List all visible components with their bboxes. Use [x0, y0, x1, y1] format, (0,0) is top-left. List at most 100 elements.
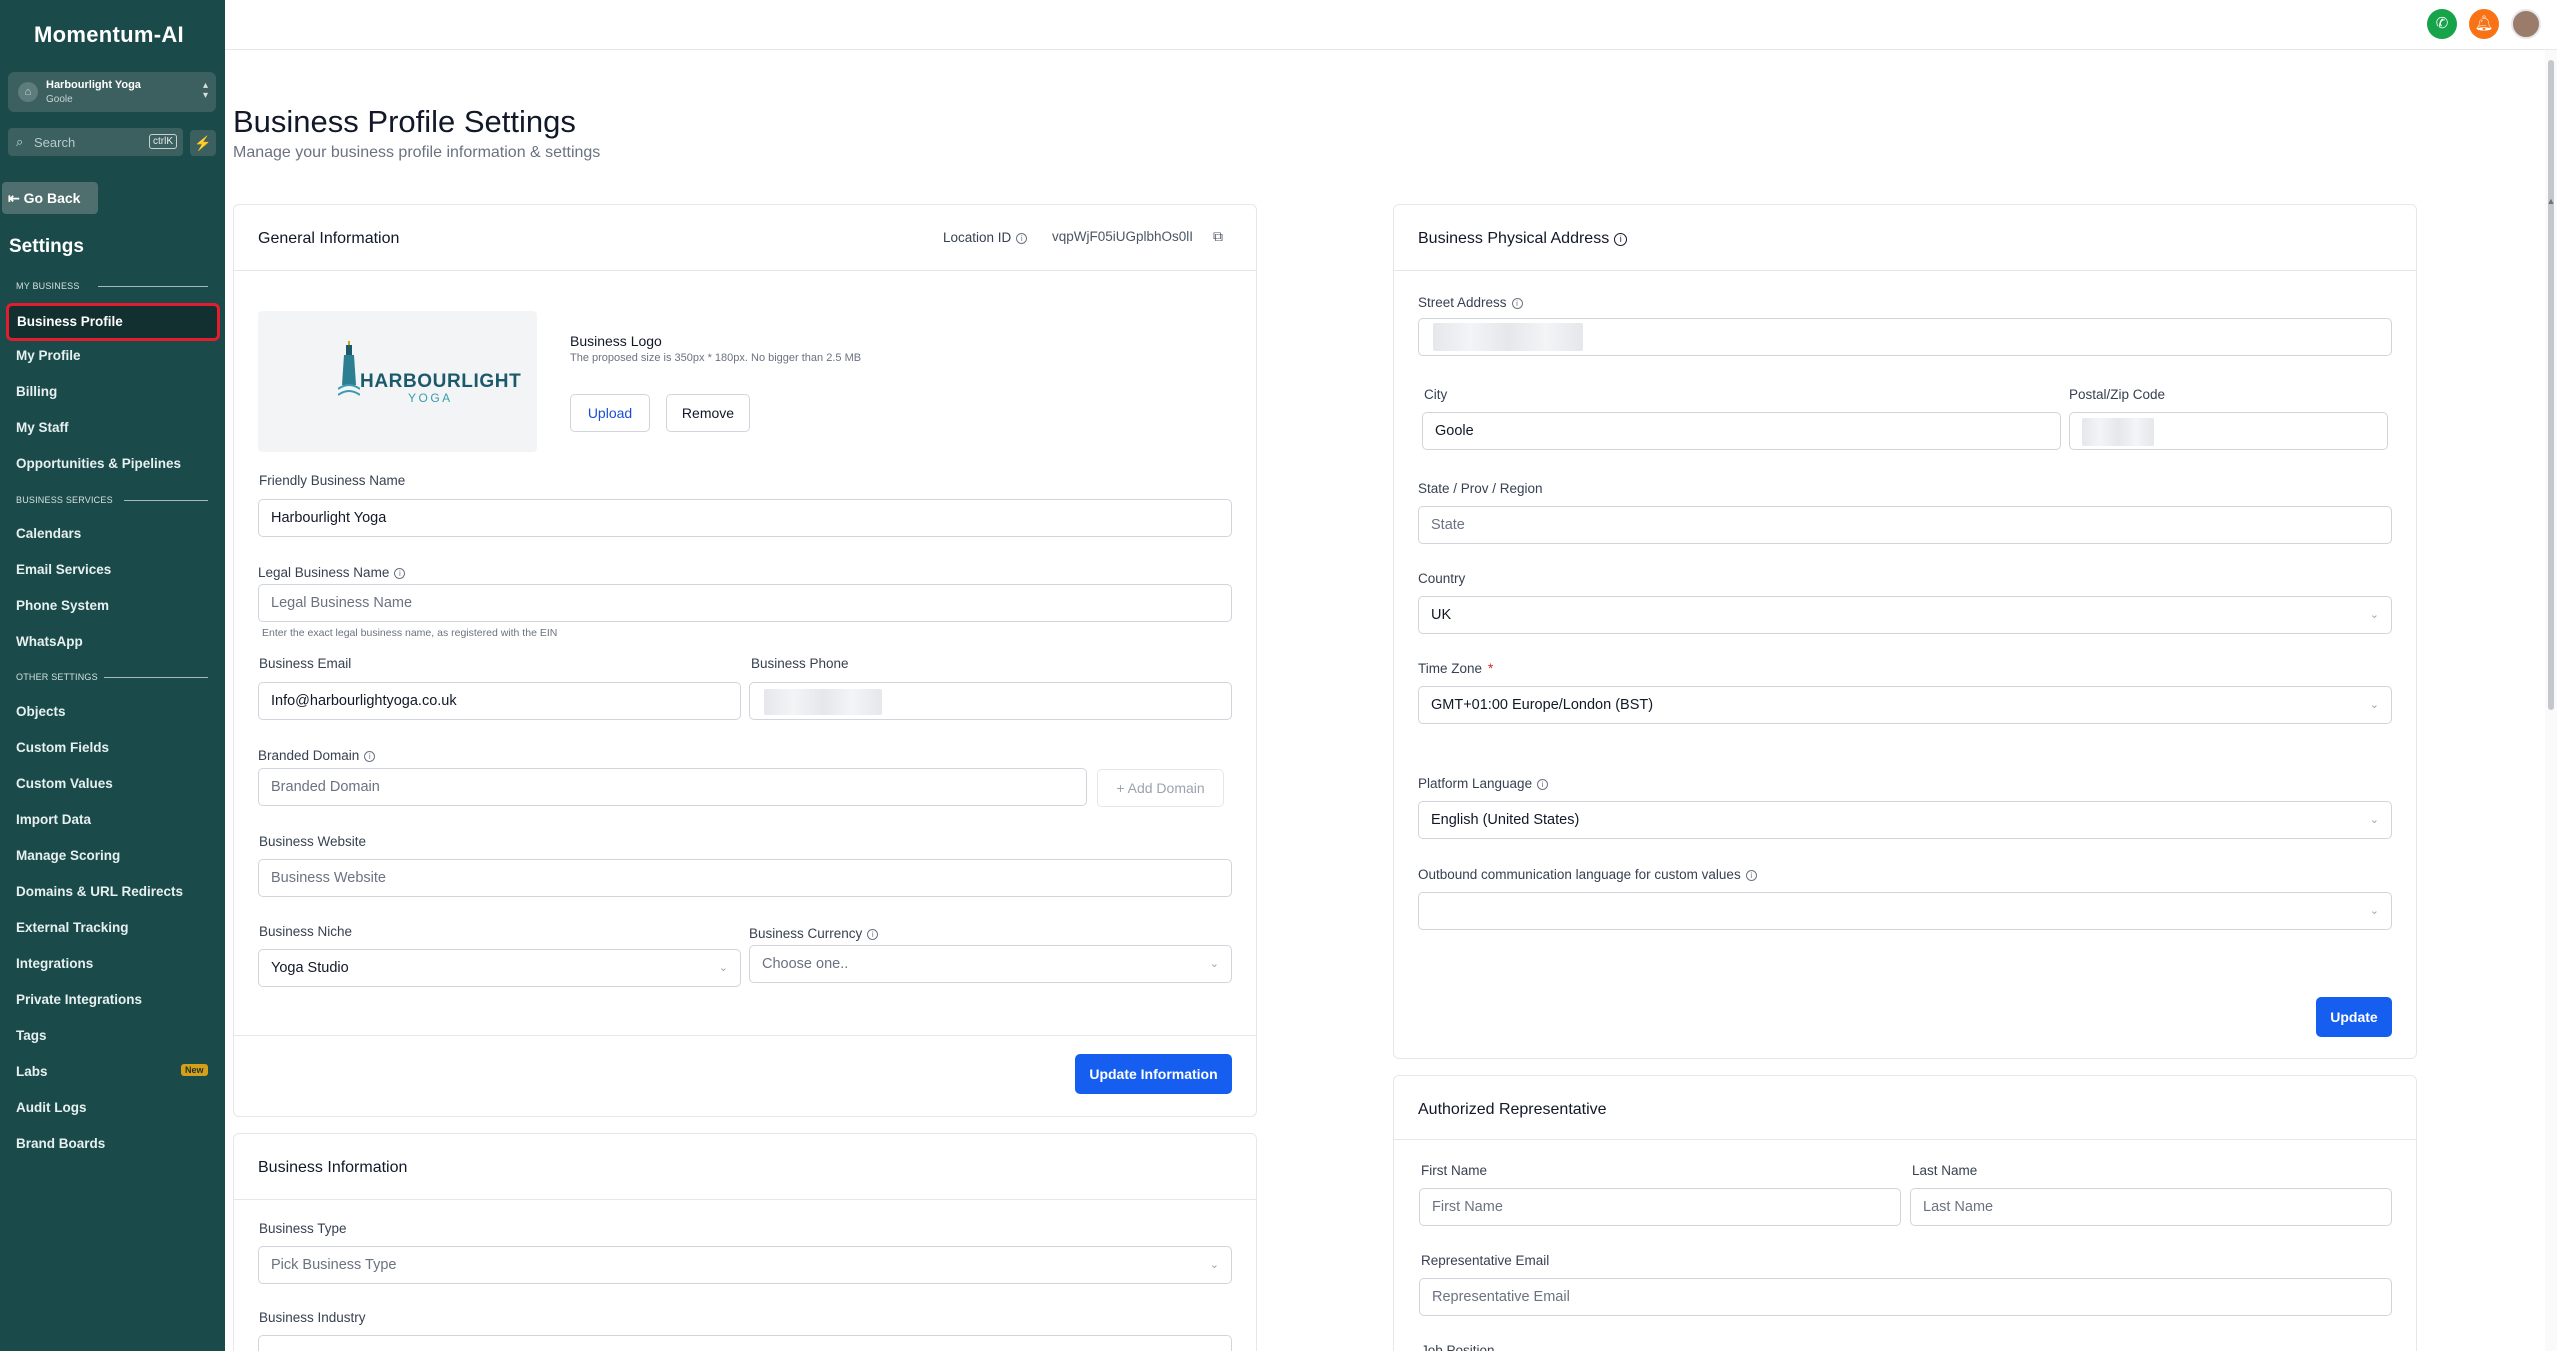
settings-title: Settings	[9, 236, 84, 257]
update-address-button[interactable]: Update	[2316, 997, 2392, 1037]
sidebar-item-custom-fields[interactable]: Custom Fields	[16, 740, 109, 755]
add-domain-button[interactable]: + Add Domain	[1097, 769, 1224, 807]
last-name-label: Last Name	[1912, 1163, 1978, 1178]
upload-button[interactable]: Upload	[570, 394, 650, 432]
business-niche-select[interactable]: Yoga Studio ⌄	[258, 949, 741, 987]
sidebar-item-custom-values[interactable]: Custom Values	[16, 776, 113, 791]
business-email-input[interactable]: Info@harbourlightyoga.co.uk	[258, 682, 741, 720]
business-phone-label: Business Phone	[751, 656, 849, 671]
location-id-label: Location ID i	[943, 230, 1028, 245]
page-title: Business Profile Settings	[233, 104, 576, 139]
friendly-name-input[interactable]: Harbourlight Yoga	[258, 499, 1232, 537]
city-input[interactable]: Goole	[1422, 412, 2061, 450]
redacted-value	[764, 689, 882, 715]
business-logo-hint: The proposed size is 350px * 180px. No b…	[570, 352, 862, 364]
sidebar-item-my-staff[interactable]: My Staff	[16, 420, 69, 435]
postal-code-input[interactable]	[2069, 412, 2388, 450]
business-type-select[interactable]: Pick Business Type ⌄	[258, 1246, 1232, 1284]
avatar[interactable]	[2511, 9, 2541, 39]
time-zone-value: GMT+01:00 Europe/London (BST)	[1431, 697, 1654, 713]
sidebar-item-whatsapp[interactable]: WhatsApp	[16, 634, 83, 649]
sidebar-item-my-profile[interactable]: My Profile	[16, 348, 81, 363]
chevron-down-icon: ⌄	[2369, 609, 2379, 621]
divider	[234, 1035, 1256, 1036]
last-name-input[interactable]: Last Name	[1910, 1188, 2392, 1226]
street-address-input[interactable]	[1418, 318, 2392, 356]
scrollbar-thumb[interactable]	[2548, 60, 2554, 710]
sidebar-item-integrations[interactable]: Integrations	[16, 956, 93, 971]
sidebar: Momentum-AI ⌂ Harbourlight Yoga Goole ▴ ▾…	[0, 0, 225, 1351]
lightning-icon[interactable]: ⚡	[190, 130, 216, 156]
logo-subword: YOGA	[408, 391, 453, 405]
card-title: Authorized Representative	[1418, 1101, 1607, 1118]
sidebar-item-tags[interactable]: Tags	[16, 1028, 47, 1043]
info-icon: i	[1016, 233, 1028, 244]
legal-name-input[interactable]: Legal Business Name	[258, 584, 1232, 622]
platform-language-select[interactable]: English (United States) ⌄	[1418, 801, 2392, 839]
sidebar-item-labs[interactable]: Labs	[16, 1064, 48, 1079]
business-niche-value: Yoga Studio	[271, 960, 349, 976]
business-type-placeholder: Pick Business Type	[271, 1257, 397, 1273]
sidebar-item-brand-boards[interactable]: Brand Boards	[16, 1136, 105, 1151]
chevron-down-icon: ⌄	[1209, 1259, 1219, 1271]
go-back-button[interactable]: ⇤ Go Back	[2, 182, 98, 214]
bell-icon[interactable]: 🔔︎	[2469, 9, 2499, 39]
required-asterisk: *	[1488, 661, 1494, 676]
update-information-button[interactable]: Update Information	[1075, 1054, 1232, 1094]
branded-domain-label: Branded Domain i	[258, 748, 376, 763]
sidebar-item-business-profile[interactable]: Business Profile	[6, 303, 220, 341]
sidebar-item-manage-scoring[interactable]: Manage Scoring	[16, 848, 120, 863]
sidebar-item-external-tracking[interactable]: External Tracking	[16, 920, 129, 935]
sidebar-item-billing[interactable]: Billing	[16, 384, 57, 399]
location-switcher[interactable]: ⌂ Harbourlight Yoga Goole ▴ ▾	[8, 72, 216, 112]
sidebar-item-import-data[interactable]: Import Data	[16, 812, 91, 827]
chevron-down-icon: ⌄	[718, 962, 728, 974]
outbound-language-select[interactable]: ⌄	[1418, 892, 2392, 930]
redacted-value	[1433, 323, 1583, 351]
state-input[interactable]: State	[1418, 506, 2392, 544]
country-label: Country	[1418, 571, 1466, 586]
legal-name-help: Enter the exact legal business name, as …	[262, 627, 558, 639]
sidebar-item-objects[interactable]: Objects	[16, 704, 66, 719]
phone-icon[interactable]: ✆	[2427, 9, 2457, 39]
friendly-name-label: Friendly Business Name	[259, 473, 406, 488]
platform-language-label: Platform Language i	[1418, 776, 1549, 791]
scroll-up-icon[interactable]: ▲	[2545, 196, 2557, 206]
info-icon: i	[364, 751, 376, 762]
first-name-input[interactable]: First Name	[1419, 1188, 1901, 1226]
sidebar-item-opportunities[interactable]: Opportunities & Pipelines	[16, 456, 181, 471]
sidebar-item-calendars[interactable]: Calendars	[16, 526, 81, 541]
branded-domain-input[interactable]: Branded Domain	[258, 768, 1087, 806]
time-zone-select[interactable]: GMT+01:00 Europe/London (BST) ⌄	[1418, 686, 2392, 724]
card-header: Authorized Representative	[1394, 1076, 2416, 1140]
section-other-settings: OTHER SETTINGS	[16, 672, 98, 682]
divider	[104, 677, 208, 678]
card-title: Business Physical Address i	[1418, 230, 1628, 248]
state-label: State / Prov / Region	[1418, 481, 1543, 496]
business-website-input[interactable]: Business Website	[258, 859, 1232, 897]
business-industry-select[interactable]	[258, 1335, 1232, 1351]
sidebar-item-audit-logs[interactable]: Audit Logs	[16, 1100, 87, 1115]
location-icon: ⌂	[18, 82, 38, 102]
sidebar-item-email-services[interactable]: Email Services	[16, 562, 111, 577]
business-information-card: Business Information	[233, 1133, 1257, 1351]
country-select[interactable]: UK ⌄	[1418, 596, 2392, 634]
section-business-services: BUSINESS SERVICES	[16, 495, 113, 505]
business-email-label: Business Email	[259, 656, 352, 671]
time-zone-label: Time Zone *	[1418, 661, 1494, 676]
platform-language-value: English (United States)	[1431, 812, 1580, 828]
copy-icon[interactable]: ⧉	[1213, 228, 1223, 245]
info-icon: i	[867, 929, 879, 940]
search-placeholder: Search	[34, 135, 76, 150]
representative-email-input[interactable]: Representative Email	[1419, 1278, 2392, 1316]
sidebar-item-private-integrations[interactable]: Private Integrations	[16, 992, 142, 1007]
search-input[interactable]: ⌕ Search ctrlK	[8, 128, 183, 156]
location-id-value: vqpWjF05iUGplbhOs0lI	[1052, 229, 1194, 244]
business-phone-input[interactable]	[749, 682, 1232, 720]
business-currency-select[interactable]: Choose one.. ⌄	[749, 945, 1232, 983]
sidebar-item-phone-system[interactable]: Phone System	[16, 598, 109, 613]
business-type-label: Business Type	[259, 1221, 347, 1236]
remove-button[interactable]: Remove	[666, 394, 750, 432]
info-icon: i	[1745, 870, 1757, 881]
sidebar-item-domains[interactable]: Domains & URL Redirects	[16, 884, 183, 899]
